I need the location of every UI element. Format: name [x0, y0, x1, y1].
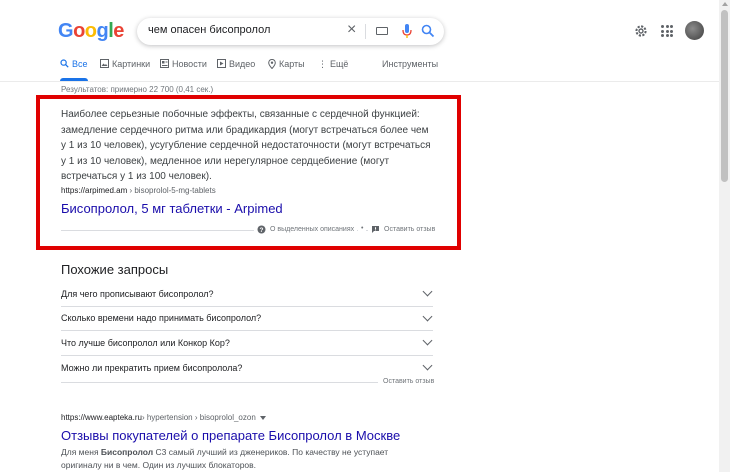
- related-question-item[interactable]: Можно ли прекратить прием бисопролола?: [61, 356, 433, 381]
- search-icon: [60, 59, 69, 68]
- chevron-down-icon: [422, 335, 433, 346]
- result-url[interactable]: https://www.eapteka.ru › hypertension › …: [61, 413, 266, 422]
- scroll-up-arrow-icon[interactable]: [722, 2, 728, 6]
- google-logo[interactable]: Google: [58, 20, 124, 43]
- search-box[interactable]: чем опасен бисопролол ×: [137, 18, 444, 45]
- related-question-item[interactable]: Для чего прописывают бисопролол?: [61, 282, 433, 307]
- logo-letter: o: [73, 20, 85, 42]
- clear-icon[interactable]: ×: [347, 21, 356, 39]
- url-path: › hypertension › bisoprolol_ozon: [141, 413, 256, 422]
- tools-button[interactable]: Инструменты: [382, 59, 438, 81]
- tab-label: Карты: [279, 59, 305, 69]
- tab-label: Все: [72, 59, 88, 69]
- desc-bold: Бисопролол: [100, 447, 154, 457]
- related-question-item[interactable]: Сколько времени надо принимать бисопроло…: [61, 307, 433, 331]
- tab-label: Картинки: [112, 59, 151, 69]
- related-feedback-link[interactable]: Оставить отзыв: [380, 378, 435, 385]
- related-question-text: Для чего прописывают бисопролол?: [61, 288, 214, 299]
- url-path: › bisoprolol-5-mg-tablets: [127, 186, 216, 195]
- result-description: Для меня Бисопролол С3 самый лучший из д…: [61, 446, 421, 472]
- tab-video[interactable]: Видео: [217, 59, 255, 81]
- related-question-text: Можно ли прекратить прием бисопролола?: [61, 362, 243, 373]
- caret-down-icon[interactable]: [259, 415, 266, 420]
- url-domain: https://www.eapteka.ru: [61, 413, 142, 422]
- logo-letter: g: [96, 20, 109, 42]
- image-icon: [100, 59, 109, 68]
- help-icon: ?: [257, 225, 266, 234]
- feedback-icon: [372, 226, 379, 233]
- related-question-text: Что лучше бисопролол или Конкор Кор?: [61, 337, 230, 348]
- svg-text:?: ?: [260, 227, 264, 234]
- search-tabs: Все Картинки Новости Видео Карты ⋮ Ещё И…: [60, 59, 440, 81]
- feedback-label: Оставить отзыв: [384, 226, 436, 233]
- about-label: О выделенных описаниях: [270, 226, 355, 233]
- tab-label: Ещё: [330, 59, 349, 69]
- tab-maps[interactable]: Карты: [268, 59, 305, 81]
- news-icon: [160, 59, 169, 68]
- separator-dot: •: [358, 225, 367, 232]
- result-title-link[interactable]: Отзывы покупателей о препарате Бисопроло…: [61, 428, 400, 443]
- featured-snippet-url[interactable]: https://arpimed.am › bisoprolol-5-mg-tab…: [61, 186, 216, 195]
- tab-label: Новости: [172, 59, 207, 69]
- video-icon: [217, 59, 226, 68]
- related-question-item[interactable]: Что лучше бисопролол или Конкор Кор?: [61, 331, 433, 356]
- tab-all[interactable]: Все: [60, 59, 88, 81]
- tab-more[interactable]: ⋮ Ещё: [318, 59, 348, 81]
- featured-snippet-text: Наиболее серьезные побочные эффекты, свя…: [61, 109, 431, 182]
- related-questions-title: Похожие запросы: [61, 262, 169, 277]
- microphone-icon[interactable]: [402, 24, 412, 39]
- avatar[interactable]: [685, 21, 704, 40]
- divider: [61, 382, 378, 383]
- tools-label: Инструменты: [382, 59, 439, 69]
- tab-images[interactable]: Картинки: [100, 59, 150, 81]
- logo-letter: G: [58, 20, 74, 42]
- tab-label: Видео: [229, 59, 256, 69]
- related-question-text: Сколько времени надо принимать бисопроло…: [61, 313, 262, 324]
- keyboard-icon[interactable]: [376, 27, 388, 35]
- gear-icon[interactable]: [634, 24, 648, 38]
- about-snippets-link[interactable]: ? О выделенных описаниях: [254, 225, 358, 234]
- top-bar: Google чем опасен бисопролол × Все Карти…: [0, 0, 730, 82]
- search-icon[interactable]: [421, 24, 435, 38]
- related-questions-list: Для чего прописывают бисопролол? Сколько…: [61, 282, 433, 380]
- logo-letter: e: [113, 20, 124, 42]
- search-divider: [365, 24, 366, 39]
- tab-news[interactable]: Новости: [160, 59, 207, 81]
- more-icon: ⋮: [318, 59, 327, 69]
- logo-letter: o: [84, 20, 97, 42]
- chevron-down-icon: [422, 311, 433, 322]
- scrollbar-thumb[interactable]: [721, 10, 728, 182]
- search-input[interactable]: чем опасен бисопролол: [148, 24, 270, 36]
- url-domain: https://arpimed.am: [61, 186, 128, 195]
- map-pin-icon: [268, 59, 276, 69]
- feedback-link[interactable]: Оставить отзыв: [368, 225, 439, 234]
- apps-grid-icon[interactable]: [661, 25, 673, 37]
- featured-snippet-title-link[interactable]: Бисопролол, 5 мг таблетки - Arpimed: [61, 201, 283, 216]
- chevron-down-icon: [422, 360, 433, 371]
- chevron-down-icon: [422, 286, 433, 297]
- desc-text: Для меня: [61, 447, 101, 457]
- result-stats: Результатов: примерно 22 700 (0,41 сек.): [61, 85, 214, 94]
